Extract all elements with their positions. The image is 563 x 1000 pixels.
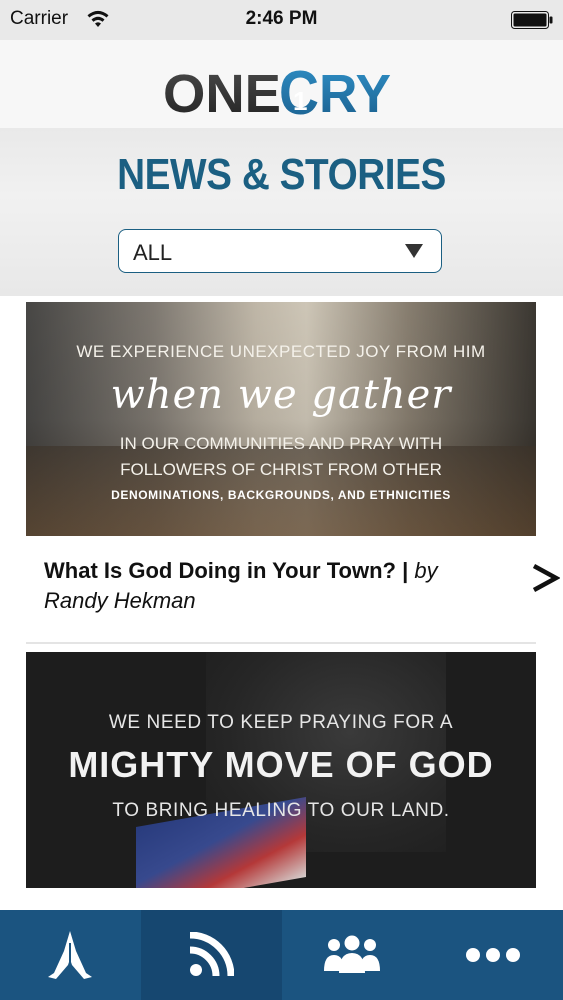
image-caption-line: WE EXPERIENCE UNEXPECTED JOY FROM HIM	[76, 342, 486, 361]
svg-text:ONE: ONE	[163, 64, 281, 122]
category-filter-select[interactable]: ALL	[118, 229, 442, 273]
image-caption-line: FOLLOWERS OF CHRIST FROM OTHER	[120, 460, 442, 479]
image-caption-line: WE NEED TO KEEP PRAYING FOR A	[108, 712, 454, 733]
news-section-header: NEWS & STORIES ALL	[0, 128, 563, 296]
tab-community[interactable]	[282, 910, 423, 1000]
tab-bar	[0, 910, 563, 1000]
rss-feed-icon	[189, 932, 235, 977]
clock: 2:46 PM	[245, 8, 318, 29]
story-title-link[interactable]: What Is God Doing in Your Town? | by Ran…	[44, 556, 504, 616]
story-image[interactable]: WE NEED TO KEEP PRAYING FOR A MIGHTY MOV…	[26, 652, 536, 888]
chevron-right-icon[interactable]	[530, 560, 560, 596]
filter-selected-value: ALL	[133, 240, 173, 265]
battery-icon	[511, 11, 553, 29]
story-title: What Is God Doing in Your Town? |	[44, 558, 409, 583]
svg-text:1: 1	[293, 86, 307, 116]
more-icon	[465, 948, 520, 962]
onecry-logo: ONE C 1 RY	[163, 59, 391, 122]
praying-hands-icon	[48, 931, 93, 979]
group-icon	[323, 935, 380, 973]
image-caption-line: TO BRING HEALING TO OUR LAND.	[112, 800, 450, 821]
image-caption-script: when we gather	[110, 372, 452, 418]
divider	[26, 642, 536, 644]
image-caption-line: IN OUR COMMUNITIES AND PRAY WITH	[119, 434, 443, 453]
tab-news[interactable]	[140, 910, 282, 1000]
image-caption-line: DENOMINATIONS, BACKGROUNDS, AND ETHNICIT…	[111, 488, 451, 502]
story-image[interactable]: WE EXPERIENCE UNEXPECTED JOY FROM HIM wh…	[26, 302, 536, 536]
tab-pray[interactable]	[0, 910, 141, 1000]
page-title: NEWS & STORIES	[117, 150, 446, 199]
svg-text:RY: RY	[319, 64, 391, 122]
tab-more[interactable]	[422, 910, 563, 1000]
app-header: ONE C 1 RY	[0, 40, 563, 129]
dropdown-arrow-icon	[405, 244, 423, 258]
image-caption-headline: MIGHTY MOVE OF GOD	[68, 744, 494, 785]
status-bar: Carrier 2:46 PM	[0, 0, 563, 40]
